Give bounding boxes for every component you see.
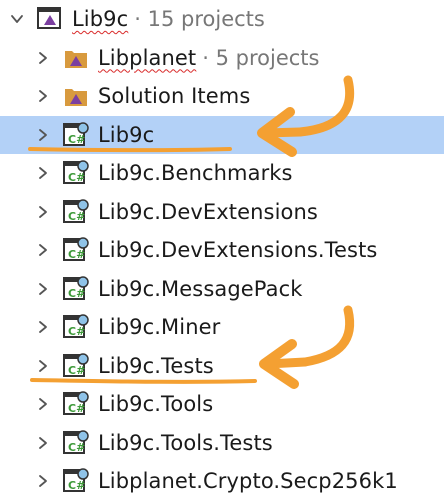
csharp-project-icon: C# (62, 352, 90, 380)
tree-item-label: Lib9c (98, 122, 155, 147)
tree-item-label: Libplanet (98, 45, 197, 70)
chevron-right-icon[interactable] (34, 241, 52, 259)
tree-row[interactable]: Solution Items (0, 77, 444, 115)
svg-text:C#: C# (68, 287, 85, 300)
tree-row[interactable]: C# Lib9c.Tests (0, 347, 444, 385)
tree-item-label: Solution Items (98, 84, 251, 108)
solution-folder-icon (62, 44, 90, 72)
tree-item-label: Lib9c (72, 7, 129, 31)
chevron-right-icon[interactable] (34, 164, 52, 182)
tree-row[interactable]: C# Lib9c.DevExtensions (0, 193, 444, 231)
chevron-right-icon[interactable] (34, 434, 52, 452)
chevron-right-icon[interactable] (34, 49, 52, 67)
chevron-right-icon[interactable] (34, 395, 52, 413)
chevron-right-icon[interactable] (34, 472, 52, 490)
chevron-down-icon[interactable] (8, 10, 26, 28)
csharp-project-icon: C# (62, 198, 90, 226)
svg-text:C#: C# (68, 364, 85, 377)
chevron-right-icon[interactable] (34, 318, 52, 336)
svg-text:C#: C# (68, 441, 85, 454)
tree-row[interactable]: C# Lib9c.Benchmarks (0, 154, 444, 192)
svg-text:C#: C# (68, 402, 85, 415)
tree-item-label: Lib9c.Miner (98, 315, 221, 339)
tree-item-label: Lib9c.Tools.Tests (98, 430, 273, 455)
chevron-right-icon[interactable] (34, 87, 52, 105)
tree-row[interactable]: C# Lib9c.Tools.Tests (0, 424, 444, 462)
svg-text:C#: C# (68, 248, 85, 261)
csharp-project-icon: C# (62, 467, 90, 495)
tree-item-label: Lib9c.Tools (98, 392, 214, 416)
tree-item-label: Lib9c.Benchmarks (98, 161, 293, 185)
svg-text:C#: C# (68, 210, 85, 223)
csharp-project-icon: C# (62, 275, 90, 303)
tree-item-label: Lib9c.Tests (98, 353, 214, 378)
solution-explorer-tree: Lib9c · 15 projects Libplanet · 5 projects S… (0, 0, 444, 500)
tree-row[interactable]: C# Lib9c.MessagePack (0, 270, 444, 308)
csharp-project-icon: C# (62, 236, 90, 264)
svg-text:C#: C# (68, 133, 85, 146)
csharp-project-icon: C# (62, 390, 90, 418)
tree-row[interactable]: C# Lib9c.Tools (0, 385, 444, 423)
csharp-project-icon: C# (62, 429, 90, 457)
tree-row[interactable]: Libplanet · 5 projects (0, 39, 444, 77)
chevron-right-icon[interactable] (34, 203, 52, 221)
chevron-right-icon[interactable] (34, 280, 52, 298)
tree-item-label: Lib9c.MessagePack (98, 276, 303, 301)
svg-text:C#: C# (68, 479, 85, 492)
project-count: · 15 projects (134, 7, 265, 31)
tree-row[interactable]: C# Libplanet.Crypto.Secp256k1 (0, 462, 444, 500)
tree-item-label: Libplanet.Crypto.Secp256k1 (98, 469, 398, 493)
csharp-project-icon: C# (62, 121, 90, 149)
solution-folder-icon (62, 82, 90, 110)
chevron-right-icon[interactable] (34, 126, 52, 144)
chevron-right-icon[interactable] (34, 357, 52, 375)
csharp-project-icon: C# (62, 159, 90, 187)
project-count: · 5 projects (202, 45, 320, 70)
solution-icon (36, 5, 64, 33)
svg-text:C#: C# (68, 171, 85, 184)
svg-text:C#: C# (68, 325, 85, 338)
tree-item-label: Lib9c.DevExtensions (98, 199, 318, 224)
tree-item-label: Lib9c.DevExtensions.Tests (98, 238, 378, 262)
csharp-project-icon: C# (62, 313, 90, 341)
tree-row[interactable]: C# Lib9c (0, 115, 444, 154)
tree-row[interactable]: Lib9c · 15 projects (0, 0, 444, 38)
tree-row[interactable]: C# Lib9c.DevExtensions.Tests (0, 231, 444, 269)
tree-row[interactable]: C# Lib9c.Miner (0, 308, 444, 346)
